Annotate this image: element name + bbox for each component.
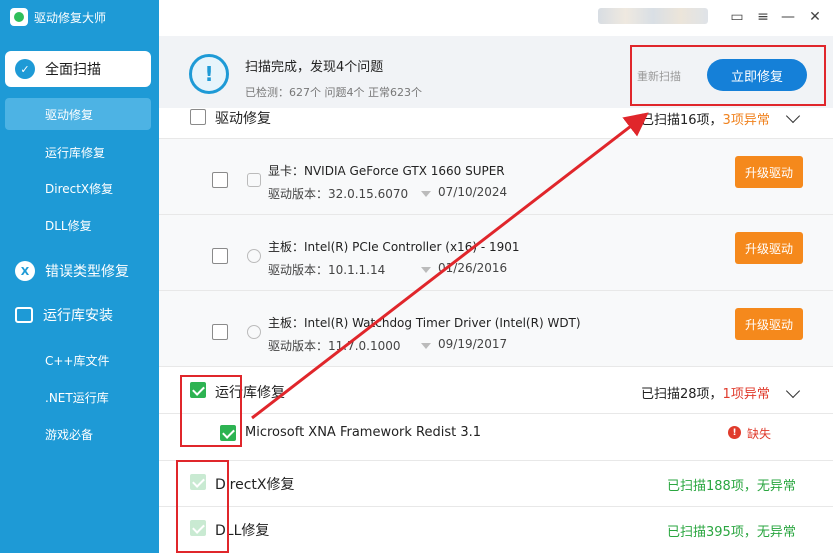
driver-date: 07/10/2024 <box>438 185 508 199</box>
date-triangle-icon <box>421 191 431 197</box>
upgrade-driver-button[interactable]: 升级驱动 <box>735 232 803 264</box>
gpu-icon <box>247 173 261 187</box>
nav-runtime-install-label: 运行库安装 <box>43 308 113 324</box>
driver-version: 驱动版本：32.0.15.6070 <box>268 187 409 201</box>
app-title-text: 驱动修复大师 <box>34 10 107 25</box>
directx-section-count: 已扫描188项，无异常 <box>667 479 796 494</box>
annotation-box-unchecked-sections <box>176 460 229 553</box>
dll-section-count: 已扫描395项，无异常 <box>667 525 796 540</box>
date-triangle-icon <box>421 267 431 273</box>
divider <box>159 366 833 367</box>
user-account-blurred[interactable] <box>598 8 708 24</box>
annotation-box-fix-button <box>630 45 826 106</box>
scan-status-title: 扫描完成，发现4个问题 <box>245 60 384 75</box>
driver-name: 显卡：NVIDIA GeForce GTX 1660 SUPER <box>268 164 505 178</box>
close-icon[interactable]: ✕ <box>805 7 825 27</box>
app-window: 驱动修复大师 ✓ 全面扫描 驱动修复 运行库修复 DirectX修复 DLL修复… <box>0 0 833 553</box>
upgrade-driver-button[interactable]: 升级驱动 <box>735 308 803 340</box>
driver-version: 驱动版本：10.1.1.14 <box>268 263 386 277</box>
nav-error-type-repair[interactable]: X 错误类型修复 <box>5 253 151 289</box>
motherboard-icon <box>247 249 261 263</box>
install-icon <box>15 307 33 323</box>
x-repair-icon: X <box>15 261 35 281</box>
runtime-section-count: 已扫描28项，1项异常 <box>641 383 770 402</box>
driver-name: 主板：Intel(R) PCIe Controller (x16) - 1901 <box>268 240 520 254</box>
driver-section-title: 驱动修复 <box>215 111 271 127</box>
nav-error-type-label: 错误类型修复 <box>45 264 129 280</box>
driver-date: 01/26/2016 <box>438 261 508 275</box>
motherboard-icon <box>247 325 261 339</box>
nav-runtime-install[interactable]: 运行库安装 <box>5 297 151 333</box>
feedback-icon[interactable]: ▭ <box>727 7 747 27</box>
upgrade-driver-button[interactable]: 升级驱动 <box>735 156 803 188</box>
app-title: 驱动修复大师 <box>10 6 106 28</box>
runtime-section-chevron-down-icon[interactable] <box>785 383 801 399</box>
nav-driver-repair[interactable]: 驱动修复 <box>5 98 151 130</box>
driver-count-text: 已扫描16项， <box>641 113 723 128</box>
app-logo-icon <box>10 8 28 26</box>
nav-cpp-libs[interactable]: C++库文件 <box>5 344 151 376</box>
results-list: 驱动修复 已扫描16项，3项异常 显卡：NVIDIA GeForce GTX 1… <box>159 108 833 553</box>
nav-runtime-repair[interactable]: 运行库修复 <box>5 136 151 168</box>
nav-dll-repair[interactable]: DLL修复 <box>5 209 151 241</box>
driver-date: 09/19/2017 <box>438 337 508 351</box>
driver-row: 主板：Intel(R) PCIe Controller (x16) - 1901… <box>159 214 833 290</box>
runtime-count-error: 1项异常 <box>722 387 770 402</box>
driver-row-checkbox[interactable] <box>212 324 228 340</box>
driver-row-checkbox[interactable] <box>212 248 228 264</box>
nav-directx-repair[interactable]: DirectX修复 <box>5 172 151 204</box>
runtime-item-name: Microsoft XNA Framework Redist 3.1 <box>245 425 482 440</box>
sidebar: 驱动修复大师 ✓ 全面扫描 驱动修复 运行库修复 DirectX修复 DLL修复… <box>0 0 159 553</box>
annotation-box-runtime-checkbox <box>180 375 242 447</box>
driver-version: 驱动版本：11.7.0.1000 <box>268 339 401 353</box>
scan-status-summary: 已检测：627个 问题4个 正常623个 <box>245 86 422 99</box>
driver-count-warn: 3项异常 <box>722 113 770 128</box>
driver-section-chevron-down-icon[interactable] <box>785 108 801 124</box>
runtime-count-text: 已扫描28项， <box>641 387 723 402</box>
driver-section-count: 已扫描16项，3项异常 <box>641 109 770 128</box>
divider <box>159 460 833 461</box>
driver-row: 显卡：NVIDIA GeForce GTX 1660 SUPER 驱动版本：32… <box>159 138 833 214</box>
divider <box>159 506 833 507</box>
exclamation-icon: ! <box>189 54 229 94</box>
driver-row: 主板：Intel(R) Watchdog Timer Driver (Intel… <box>159 290 833 366</box>
divider <box>159 413 833 414</box>
nav-full-scan-label: 全面扫描 <box>45 62 101 78</box>
nav-game-essentials[interactable]: 游戏必备 <box>5 418 151 450</box>
menu-icon[interactable]: ≡ <box>753 7 773 27</box>
driver-section-checkbox[interactable] <box>190 109 206 125</box>
minimize-icon[interactable]: — <box>778 7 798 27</box>
nav-full-scan[interactable]: ✓ 全面扫描 <box>5 51 151 87</box>
alert-icon: ! <box>728 426 741 439</box>
scan-icon: ✓ <box>15 59 35 79</box>
runtime-item-status: 缺失 <box>747 427 772 441</box>
driver-row-checkbox[interactable] <box>212 172 228 188</box>
nav-dotnet-runtime[interactable]: .NET运行库 <box>5 381 151 413</box>
driver-name: 主板：Intel(R) Watchdog Timer Driver (Intel… <box>268 316 581 330</box>
date-triangle-icon <box>421 343 431 349</box>
